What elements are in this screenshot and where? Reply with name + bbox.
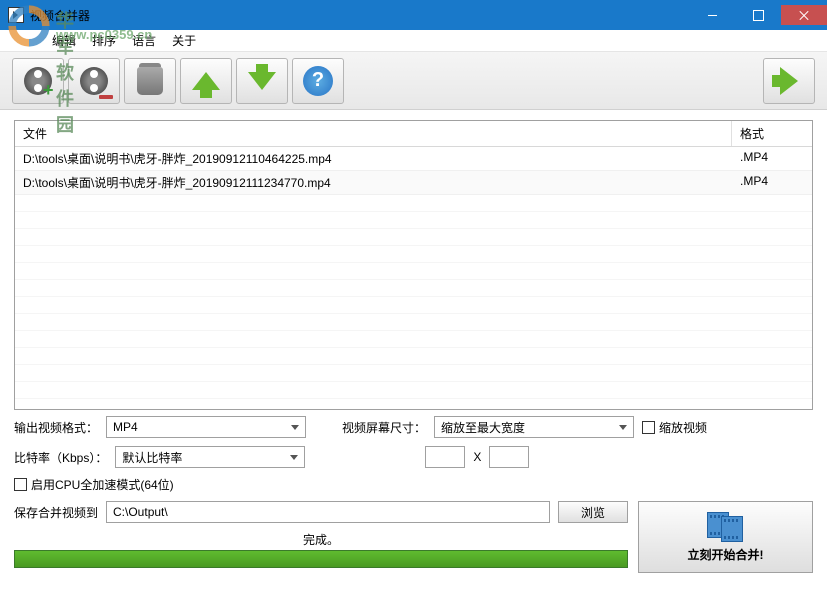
- toolbar: + ?: [0, 52, 827, 110]
- menu-about[interactable]: 关于: [164, 29, 204, 52]
- merge-button[interactable]: 立刻开始合并!: [638, 501, 813, 573]
- progress-bar: [14, 550, 628, 568]
- file-format-cell: .MP4: [732, 171, 812, 194]
- minus-icon: [99, 95, 113, 99]
- output-path-label: 保存合并视频到: [14, 504, 98, 521]
- merge-button-label: 立刻开始合并!: [688, 546, 764, 563]
- screen-size-label: 视频屏幕尺寸：: [342, 419, 426, 436]
- settings-panel: 输出视频格式： MP4 视频屏幕尺寸： 缩放至最大宽度 缩放视频 比特率（Kbp…: [14, 416, 813, 493]
- height-input[interactable]: [489, 446, 529, 468]
- arrow-up-icon: [192, 72, 220, 90]
- titlebar: 视频合并器: [0, 0, 827, 30]
- column-header-file[interactable]: 文件: [15, 121, 732, 146]
- scale-video-checkbox[interactable]: [642, 421, 655, 434]
- add-file-button[interactable]: +: [12, 58, 64, 104]
- table-row[interactable]: D:\tools\桌面\说明书\虎牙-胖炸_20190912111234770.…: [15, 171, 812, 195]
- output-format-select[interactable]: MP4: [106, 416, 306, 438]
- file-path-cell: D:\tools\桌面\说明书\虎牙-胖炸_20190912110464225.…: [15, 147, 732, 170]
- browse-button[interactable]: 浏览: [558, 501, 628, 523]
- file-path-cell: D:\tools\桌面\说明书\虎牙-胖炸_20190912111234770.…: [15, 171, 732, 194]
- bottom-panel: 保存合并视频到 C:\Output\ 浏览 完成。 立刻开始合并!: [14, 501, 813, 573]
- close-button[interactable]: [781, 5, 827, 25]
- cpu-accel-checkbox-wrap[interactable]: 启用CPU全加速模式(64位): [14, 476, 174, 493]
- output-path-input[interactable]: C:\Output\: [106, 501, 550, 523]
- menubar: 文件 编辑 排序 语言 关于: [0, 30, 827, 52]
- clear-button[interactable]: [124, 58, 176, 104]
- window-title: 视频合并器: [30, 7, 90, 24]
- dimension-x-label: X: [473, 450, 481, 464]
- menu-language[interactable]: 语言: [124, 29, 164, 52]
- move-up-button[interactable]: [180, 58, 232, 104]
- film-reel-icon: [80, 67, 108, 95]
- progress-label: 完成。: [14, 531, 628, 548]
- column-header-format[interactable]: 格式: [732, 121, 812, 146]
- help-button[interactable]: ?: [292, 58, 344, 104]
- file-list-panel: 文件 格式 D:\tools\桌面\说明书\虎牙-胖炸_201909121104…: [14, 120, 813, 410]
- plus-icon: +: [43, 85, 57, 99]
- menu-edit[interactable]: 编辑: [44, 29, 84, 52]
- cpu-accel-label: 启用CPU全加速模式(64位): [31, 476, 174, 493]
- scale-video-checkbox-wrap[interactable]: 缩放视频: [642, 419, 707, 436]
- remove-file-button[interactable]: [68, 58, 120, 104]
- arrow-right-icon: [780, 67, 798, 95]
- file-list[interactable]: D:\tools\桌面\说明书\虎牙-胖炸_20190912110464225.…: [15, 147, 812, 409]
- move-down-button[interactable]: [236, 58, 288, 104]
- scale-video-label: 缩放视频: [659, 419, 707, 436]
- next-button[interactable]: [763, 58, 815, 104]
- output-format-label: 输出视频格式：: [14, 419, 98, 436]
- help-icon: ?: [303, 66, 333, 96]
- screen-size-select[interactable]: 缩放至最大宽度: [434, 416, 634, 438]
- window-controls: [689, 5, 827, 25]
- maximize-button[interactable]: [735, 5, 781, 25]
- file-list-header: 文件 格式: [15, 121, 812, 147]
- minimize-button[interactable]: [689, 5, 735, 25]
- bitrate-label: 比特率（Kbps）：: [14, 449, 107, 466]
- arrow-down-icon: [248, 72, 276, 90]
- merge-icon: [707, 512, 745, 542]
- cpu-accel-checkbox[interactable]: [14, 478, 27, 491]
- app-icon: [8, 7, 24, 23]
- table-row[interactable]: D:\tools\桌面\说明书\虎牙-胖炸_20190912110464225.…: [15, 147, 812, 171]
- bitrate-select[interactable]: 默认比特率: [115, 446, 305, 468]
- file-format-cell: .MP4: [732, 147, 812, 170]
- trash-icon: [137, 67, 163, 95]
- menu-sort[interactable]: 排序: [84, 29, 124, 52]
- width-input[interactable]: [425, 446, 465, 468]
